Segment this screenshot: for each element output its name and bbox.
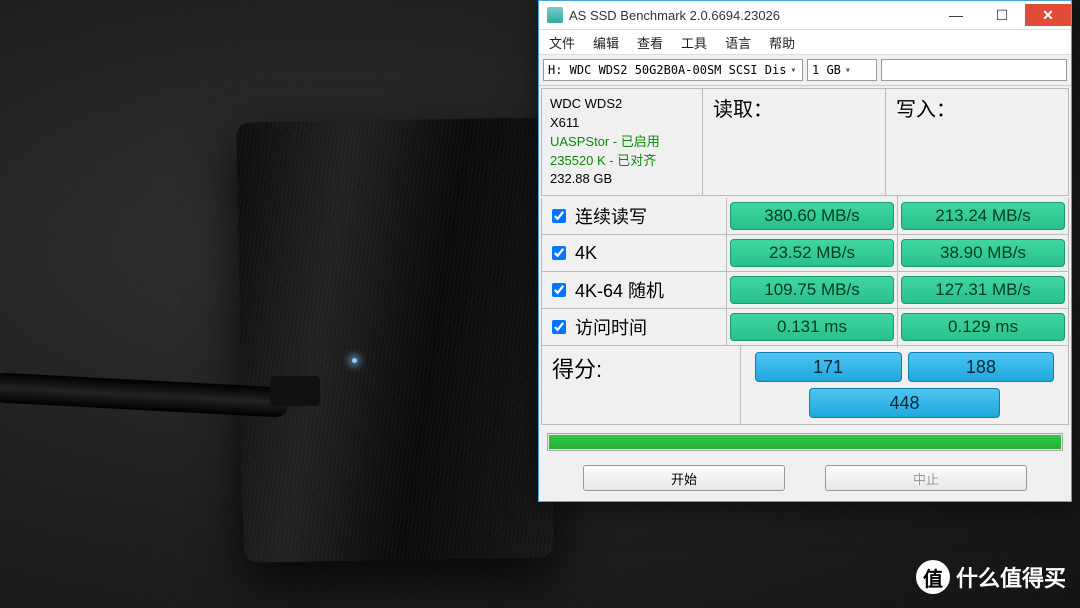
app-window: AS SSD Benchmark 2.0.6694.23026 — ☐ ✕ 文件… xyxy=(538,0,1072,502)
app-icon xyxy=(547,7,563,23)
maximize-button[interactable]: ☐ xyxy=(979,4,1025,26)
score-read: 171 xyxy=(755,352,902,382)
drive-capacity: 232.88 GB xyxy=(550,170,694,189)
label-access: 访问时间 xyxy=(575,314,647,340)
menu-view[interactable]: 查看 xyxy=(637,33,663,52)
check-4k[interactable] xyxy=(552,246,566,260)
usb-plug xyxy=(270,376,320,406)
size-select[interactable]: 1 GB ▾ xyxy=(807,59,877,81)
filter-input[interactable] xyxy=(881,59,1067,81)
drive-info: WDC WDS2 X611 UASPStor - 已启用 235520 K - … xyxy=(542,89,703,195)
4k-read: 23.52 MB/s xyxy=(730,239,894,267)
menu-tools[interactable]: 工具 xyxy=(681,33,707,52)
row-seq: 连续读写 380.60 MB/s 213.24 MB/s xyxy=(541,198,1069,235)
score-total: 448 xyxy=(809,388,1000,418)
drive-select[interactable]: H: WDC WDS2 50G2B0A-00SM SCSI Dis ▾ xyxy=(543,59,803,81)
check-seq[interactable] xyxy=(552,209,566,223)
progress-bar xyxy=(547,433,1063,451)
menu-file[interactable]: 文件 xyxy=(549,33,575,52)
4k64-read: 109.75 MB/s xyxy=(730,276,894,304)
drive-select-value: H: WDC WDS2 50G2B0A-00SM SCSI Dis xyxy=(548,63,786,77)
menubar: 文件 编辑 查看 工具 语言 帮助 xyxy=(539,30,1071,55)
check-4k64[interactable] xyxy=(552,283,566,297)
drive-align: 235520 K - 已对齐 xyxy=(550,152,694,171)
window-title: AS SSD Benchmark 2.0.6694.23026 xyxy=(569,8,780,23)
drive-uasp: UASPStor - 已启用 xyxy=(550,133,694,152)
minimize-button[interactable]: — xyxy=(933,4,979,26)
size-select-value: 1 GB xyxy=(812,63,841,77)
header-read: 读取： xyxy=(703,89,886,195)
menu-help[interactable]: 帮助 xyxy=(769,33,795,52)
chevron-down-icon: ▾ xyxy=(845,65,851,76)
seq-read: 380.60 MB/s xyxy=(730,202,894,230)
progress-fill xyxy=(549,435,1061,449)
chevron-down-icon: ▾ xyxy=(790,65,796,76)
toolbar: H: WDC WDS2 50G2B0A-00SM SCSI Dis ▾ 1 GB… xyxy=(539,55,1071,86)
watermark-badge-icon: 值 xyxy=(916,560,950,594)
score-row: 得分: 171 188 448 xyxy=(541,346,1069,425)
score-write: 188 xyxy=(908,352,1055,382)
start-button[interactable]: 开始 xyxy=(583,465,785,491)
titlebar[interactable]: AS SSD Benchmark 2.0.6694.23026 — ☐ ✕ xyxy=(539,1,1071,30)
row-4k: 4K 23.52 MB/s 38.90 MB/s xyxy=(541,235,1069,272)
score-label: 得分: xyxy=(542,346,741,424)
info-panel: WDC WDS2 X611 UASPStor - 已启用 235520 K - … xyxy=(541,88,1069,196)
check-access[interactable] xyxy=(552,320,566,334)
label-4k64: 4K-64 随机 xyxy=(575,277,664,303)
menu-language[interactable]: 语言 xyxy=(725,33,751,52)
access-read: 0.131 ms xyxy=(730,313,894,341)
ssd-device xyxy=(236,117,554,562)
header-write: 写入： xyxy=(886,89,1068,195)
drive-chip: X611 xyxy=(550,114,694,133)
activity-led xyxy=(352,358,357,363)
drive-model: WDC WDS2 xyxy=(550,95,694,114)
row-4k64: 4K-64 随机 109.75 MB/s 127.31 MB/s xyxy=(541,272,1069,309)
access-write: 0.129 ms xyxy=(901,313,1065,341)
watermark-text: 什么值得买 xyxy=(956,561,1066,593)
menu-edit[interactable]: 编辑 xyxy=(593,33,619,52)
4k64-write: 127.31 MB/s xyxy=(901,276,1065,304)
label-4k: 4K xyxy=(575,243,597,264)
row-access: 访问时间 0.131 ms 0.129 ms xyxy=(541,309,1069,346)
stop-button[interactable]: 中止 xyxy=(825,465,1027,491)
4k-write: 38.90 MB/s xyxy=(901,239,1065,267)
seq-write: 213.24 MB/s xyxy=(901,202,1065,230)
close-button[interactable]: ✕ xyxy=(1025,4,1071,26)
watermark: 值 什么值得买 xyxy=(916,560,1066,594)
label-seq: 连续读写 xyxy=(575,203,647,229)
